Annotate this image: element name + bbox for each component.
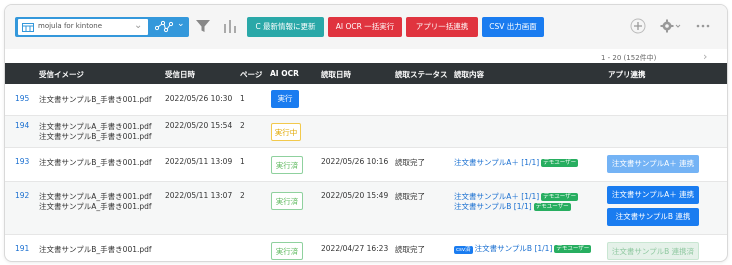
content-link[interactable]: 注文書サンプルA＋ [1/1] デモユーザー: [454, 157, 579, 168]
gear-icon[interactable]: [660, 18, 682, 37]
app-linked-button: 注文書サンプルB 連携済: [607, 242, 699, 260]
filter-icon[interactable]: [195, 18, 211, 36]
table-row[interactable]: 194 注文書サンプルA_手書き001.pdf 注文書サンプルB_手書き001.…: [5, 116, 727, 147]
app-link-button[interactable]: 注文書サンプルA＋ 連携: [607, 186, 699, 204]
csv-output-button[interactable]: CSV 出力画面: [482, 17, 544, 37]
content-link-text: 注文書サンプルB [1/1]: [454, 202, 532, 211]
file-name[interactable]: 注文書サンプルB_手書き001.pdf: [39, 94, 152, 105]
header-image: 受信イメージ: [39, 70, 84, 79]
content-link[interactable]: 注文書サンプルB [1/1] デモユーザー: [454, 201, 571, 212]
table-row[interactable]: 193 注文書サンプルB_手書き001.pdf 2022/05/11 13:09…: [5, 148, 727, 181]
app-link-button[interactable]: 注文書サンプルB 連携: [607, 208, 699, 226]
page-count: 2: [240, 121, 245, 130]
demo-user-badge: デモユーザー: [541, 159, 579, 167]
row-id[interactable]: 195: [15, 94, 29, 103]
app-selector-label: mojula for kintone: [38, 22, 102, 30]
ocr-run-button[interactable]: 実行: [271, 90, 299, 108]
read-status: 読取完了: [395, 158, 425, 167]
demo-user-badge: デモユーザー: [541, 193, 579, 201]
app-link-button[interactable]: 注文書サンプルA＋ 連携: [607, 155, 699, 173]
header-read-status: 読取ステータス: [395, 70, 448, 79]
workflow-icon[interactable]: [154, 20, 174, 36]
chevron-down-icon[interactable]: ⌄: [177, 19, 185, 29]
read-date: 2022/05/20 15:49: [321, 191, 389, 200]
page-count: 1: [240, 157, 245, 166]
add-icon[interactable]: [630, 18, 646, 37]
demo-user-badge: デモユーザー: [554, 245, 592, 253]
header-content: 読取内容: [454, 70, 484, 79]
toolbar: mojula for kintone ⌄ ⌄ C 最新情報に更新 AI OCR …: [5, 5, 727, 49]
app-batch-link-button[interactable]: アプリ一括連携: [406, 17, 478, 37]
read-status: 読取完了: [395, 192, 425, 201]
file-name[interactable]: 注文書サンプルB_手書き001.pdf: [39, 131, 152, 142]
header-app-link: アプリ連携: [608, 70, 646, 79]
page-count: 1: [240, 94, 245, 103]
csv-done-badge: csv済: [454, 246, 473, 254]
row-id[interactable]: 192: [15, 191, 29, 200]
bar-chart-icon[interactable]: [223, 18, 237, 36]
received-date: 2022/05/11 13:07: [165, 191, 233, 200]
refresh-button[interactable]: C 最新情報に更新: [247, 17, 324, 37]
ocr-done-button[interactable]: 実行済: [271, 192, 303, 210]
content-link-text: 注文書サンプルA＋ [1/1]: [454, 158, 540, 167]
ocr-running-status: 実行中: [271, 123, 301, 141]
more-icon[interactable]: [695, 18, 711, 37]
table-header: 受信イメージ 受信日時 ページ AI OCR 読取日時 読取ステータス 読取内容…: [5, 63, 727, 84]
app-frame: mojula for kintone ⌄ ⌄ C 最新情報に更新 AI OCR …: [4, 4, 728, 262]
table-row[interactable]: 195 注文書サンプルB_手書き001.pdf 2022/05/26 10:30…: [5, 85, 727, 115]
page-count: 2: [240, 191, 245, 200]
file-name[interactable]: 注文書サンプルB_手書き001.pdf: [39, 244, 152, 255]
content-link[interactable]: csv済 注文書サンプルB [1/1] デモユーザー: [454, 243, 592, 254]
read-date: 2022/04/27 16:23: [321, 244, 389, 253]
table-icon: [22, 23, 34, 34]
content-link-text: 注文書サンプルB [1/1]: [474, 244, 553, 253]
demo-user-badge: デモユーザー: [533, 203, 571, 211]
ocr-done-button[interactable]: 実行済: [271, 242, 303, 260]
ai-ocr-batch-button[interactable]: AI OCR 一括実行: [328, 17, 402, 37]
row-id[interactable]: 193: [15, 157, 29, 166]
received-date: 2022/05/26 10:30: [165, 94, 233, 103]
file-name[interactable]: 注文書サンプルB_手書き001.pdf: [39, 157, 152, 168]
header-ocr: AI OCR: [270, 69, 299, 78]
app-selector[interactable]: mojula for kintone ⌄ ⌄: [15, 17, 189, 37]
read-status: 読取完了: [395, 245, 425, 254]
table-row[interactable]: 191 注文書サンプルB_手書き001.pdf 実行済 2022/04/27 1…: [5, 235, 727, 261]
pagination-count: 1 - 20 (152件中): [601, 54, 657, 62]
row-id[interactable]: 194: [15, 121, 29, 130]
app-selector-field[interactable]: mojula for kintone ⌄: [18, 19, 148, 35]
chevron-down-icon: ⌄: [134, 20, 143, 31]
header-read-date: 読取日時: [321, 70, 351, 79]
row-id[interactable]: 191: [15, 244, 29, 253]
header-page: ページ: [240, 70, 263, 79]
ocr-done-button[interactable]: 実行済: [271, 156, 303, 174]
chevron-right-icon[interactable]: ›: [703, 50, 707, 63]
received-date: 2022/05/20 15:54: [165, 121, 233, 130]
header-received: 受信日時: [165, 70, 195, 79]
read-date: 2022/05/26 10:16: [321, 157, 389, 166]
received-date: 2022/05/11 13:09: [165, 157, 233, 166]
table-row[interactable]: 192 注文書サンプルA_手書き001.pdf 注文書サンプルA_手書き001.…: [5, 182, 727, 234]
file-name[interactable]: 注文書サンプルA_手書き001.pdf: [39, 201, 152, 212]
content-link-text: 注文書サンプルA＋ [1/1]: [454, 192, 540, 201]
